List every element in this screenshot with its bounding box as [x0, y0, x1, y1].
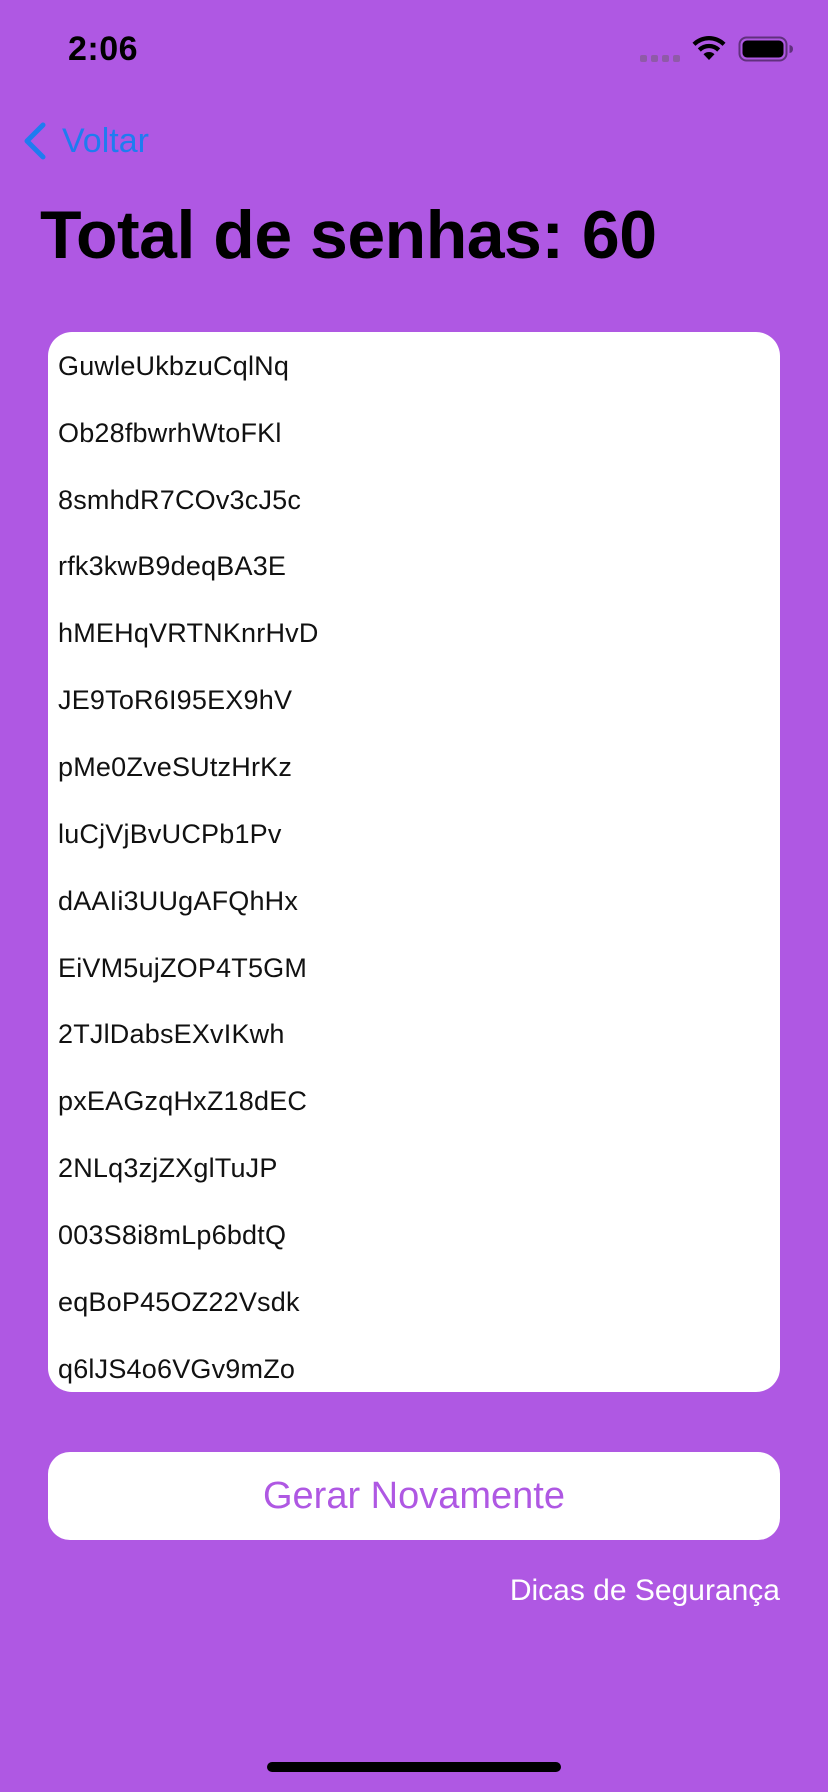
password-item[interactable]: Ob28fbwrhWtoFKl: [58, 417, 282, 449]
home-indicator[interactable]: [267, 1762, 561, 1772]
password-item[interactable]: EiVM5ujZOP4T5GM: [58, 952, 307, 984]
chevron-left-icon: [24, 122, 46, 160]
battery-icon: [738, 36, 793, 62]
cellular-signal-icon: [640, 48, 680, 62]
wifi-icon: [692, 36, 726, 60]
password-item[interactable]: q6lJS4o6VGv9mZo: [58, 1353, 295, 1385]
password-item[interactable]: dAAIi3UUgAFQhHx: [58, 885, 298, 917]
password-item[interactable]: pMe0ZveSUtzHrKz: [58, 751, 292, 783]
status-icons: [640, 36, 794, 62]
password-item[interactable]: 003S8i8mLp6bdtQ: [58, 1219, 286, 1251]
password-item[interactable]: 2TJlDabsEXvIKwh: [58, 1018, 285, 1050]
password-item[interactable]: hMEHqVRTNKnrHvD: [58, 617, 319, 649]
back-button[interactable]: Voltar: [22, 118, 149, 164]
page-title: Total de senhas: 60: [40, 197, 657, 273]
password-item[interactable]: 2NLq3zjZXglTuJP: [58, 1152, 278, 1184]
password-item[interactable]: pxEAGzqHxZ18dEC: [58, 1085, 307, 1117]
password-item[interactable]: 8smhdR7COv3cJ5c: [58, 484, 301, 516]
password-item[interactable]: luCjVjBvUCPb1Pv: [58, 818, 282, 850]
password-item[interactable]: GuwleUkbzuCqlNq: [58, 350, 289, 382]
regenerate-button[interactable]: Gerar Novamente: [48, 1452, 780, 1540]
password-item[interactable]: rfk3kwB9deqBA3E: [58, 550, 286, 582]
password-item[interactable]: eqBoP45OZ22Vsdk: [58, 1286, 300, 1318]
password-list[interactable]: GuwleUkbzuCqlNq Ob28fbwrhWtoFKl 8smhdR7C…: [48, 332, 780, 1392]
back-button-label: Voltar: [62, 121, 149, 160]
status-time: 2:06: [68, 30, 139, 68]
status-bar: 2:06: [0, 0, 828, 100]
password-item[interactable]: JE9ToR6I95EX9hV: [58, 684, 292, 716]
security-tips-link[interactable]: Dicas de Segurança: [510, 1574, 780, 1608]
